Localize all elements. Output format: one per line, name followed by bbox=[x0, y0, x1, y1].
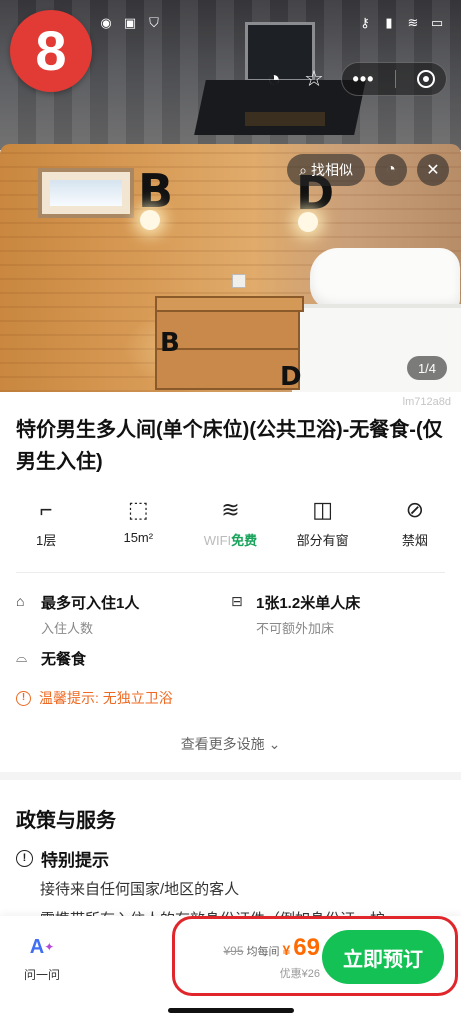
room-photo[interactable]: B D B D ⌕ 找相似 ◔ ✕ 1/4 bbox=[0, 144, 461, 392]
shield-icon: ⛉ bbox=[149, 15, 159, 30]
amenity-label: 禁烟 bbox=[401, 533, 428, 548]
policy-title: 政策与服务 bbox=[16, 810, 116, 832]
wifi-label: WIFI bbox=[203, 533, 232, 548]
book-now-button[interactable]: 立即预订 bbox=[322, 930, 444, 984]
top-actions: ◔ ☆ ••• bbox=[261, 62, 447, 96]
search-icon: ⌕ bbox=[299, 161, 307, 178]
ask-button[interactable]: A✦ 问一问 bbox=[20, 934, 64, 983]
price-area: ¥95 均每间 ¥ 69 优惠¥26 bbox=[200, 934, 320, 981]
stairs-icon: ⌐ bbox=[39, 497, 53, 522]
key-icon: ⚷ bbox=[360, 15, 370, 30]
discount-label: 优惠¥26 bbox=[279, 968, 320, 980]
close-button[interactable]: ✕ bbox=[417, 154, 449, 186]
wifi-icon: ≋ bbox=[221, 497, 240, 522]
current-price: 69 bbox=[293, 934, 320, 961]
find-similar-button[interactable]: ⌕ 找相似 bbox=[287, 154, 365, 186]
history-photo-button[interactable]: ◔ bbox=[375, 154, 407, 186]
building-sign bbox=[245, 112, 325, 126]
area-icon: ⬚ bbox=[127, 497, 149, 522]
photo-watermark: lm712a8d bbox=[402, 396, 451, 408]
special-notice-title: 特别提示 bbox=[41, 851, 109, 870]
currency-symbol: ¥ bbox=[282, 942, 291, 958]
history-icon[interactable]: ◔ bbox=[261, 66, 287, 92]
amenity-label: 15m² bbox=[123, 530, 154, 545]
original-price: ¥95 bbox=[223, 944, 244, 958]
info-icon: ! bbox=[16, 850, 33, 867]
price-row: ¥95 均每间 ¥ 69 bbox=[200, 934, 320, 962]
wall-lamp bbox=[140, 210, 160, 230]
amenity-floor: ⌐ 1层 bbox=[0, 496, 92, 549]
policy-line: 接待来自任何国家/地区的客人 bbox=[40, 881, 240, 898]
wifi-icon: ≋ bbox=[407, 15, 419, 30]
amenity-label: 部分有窗 bbox=[296, 533, 349, 548]
wifi-free-label: 免费 bbox=[231, 533, 258, 548]
no-smoking-icon: ⊘ bbox=[405, 497, 425, 522]
home-icon: ⌂ bbox=[16, 593, 25, 609]
step-badge: 8 bbox=[10, 10, 92, 92]
message-icon: ▣ bbox=[123, 15, 137, 30]
window-icon: ◫ bbox=[312, 497, 334, 522]
amenity-wifi: ≋ WIFI免费 bbox=[184, 496, 276, 549]
battery-icon: ▭ bbox=[430, 15, 444, 30]
ai-icon: A✦ bbox=[29, 936, 55, 958]
warm-tip: ! 温馨提示: 无独立卫浴 bbox=[16, 688, 173, 708]
room-title: 特价男生多人间(单个床位)(公共卫浴)-无餐食-(仅男生入住) bbox=[16, 419, 443, 473]
room-details-card: lm712a8d 特价男生多人间(单个床位)(公共卫浴)-无餐食-(仅男生入住)… bbox=[0, 392, 461, 772]
room-window bbox=[38, 168, 134, 218]
chevron-down-icon: ⌄ bbox=[268, 736, 281, 752]
wall-letter-b: B bbox=[138, 164, 174, 218]
history-icon: ◔ bbox=[386, 161, 396, 178]
ask-label: 问一问 bbox=[23, 968, 60, 982]
more-facilities-link[interactable]: 查看更多设施 ⌄ bbox=[0, 734, 461, 754]
occupancy-main: 最多可入住1人 bbox=[41, 595, 140, 612]
bed-icon: ⊟ bbox=[231, 593, 243, 609]
more-facilities-label: 查看更多设施 bbox=[180, 736, 265, 752]
booking-bar: A✦ 问一问 ¥95 均每间 ¥ 69 优惠¥26 立即预订 bbox=[0, 916, 461, 1024]
warning-icon: ! bbox=[16, 690, 31, 706]
status-bar-left: ◉ ▣ ⛉ bbox=[98, 16, 162, 30]
occupancy-sub: 入住人数 bbox=[41, 621, 94, 636]
capsule-divider bbox=[395, 70, 397, 88]
pillow bbox=[310, 248, 460, 310]
nightstand-letter-d: D bbox=[280, 362, 302, 392]
star-icon[interactable]: ☆ bbox=[301, 66, 327, 92]
bed-main: 1张1.2米单人床 bbox=[256, 595, 361, 612]
photo-page-indicator: 1/4 bbox=[407, 356, 447, 380]
amenity-area: ⬚ 15m² bbox=[92, 496, 184, 549]
warm-tip-text: 温馨提示: 无独立卫浴 bbox=[39, 690, 173, 706]
nightstand-letter-b: B bbox=[160, 328, 180, 358]
dish-icon: ⌓ bbox=[16, 649, 28, 665]
line-icon: ◉ bbox=[100, 15, 112, 30]
signal-icon: ▮ bbox=[385, 15, 393, 30]
meal-main: 无餐食 bbox=[41, 651, 87, 668]
photo-toolbar: ⌕ 找相似 ◔ ✕ bbox=[287, 154, 449, 186]
amenity-label: 1层 bbox=[35, 533, 57, 548]
more-icon[interactable]: ••• bbox=[353, 69, 375, 90]
amenity-no-smoking: ⊘ 禁烟 bbox=[369, 496, 461, 549]
find-similar-label: 找相似 bbox=[311, 162, 353, 178]
amenity-window: ◫ 部分有窗 bbox=[277, 496, 369, 549]
home-indicator bbox=[168, 1008, 294, 1013]
amenity-label: WIFI免费 bbox=[184, 530, 276, 549]
wall-lamp bbox=[298, 212, 318, 232]
status-bar-right: ⚷ ▮ ≋ ▭ bbox=[357, 16, 445, 30]
per-room-label: 均每间 bbox=[246, 946, 280, 958]
target-icon[interactable] bbox=[417, 70, 436, 88]
special-notice: ! 特别提示 bbox=[16, 846, 109, 871]
amenity-row: ⌐ 1层 ⬚ 15m² ≋ WIFI免费 ◫ 部分有窗 ⊘ 禁烟 bbox=[0, 496, 461, 549]
divider bbox=[16, 572, 445, 573]
window-glass bbox=[50, 180, 122, 206]
power-socket bbox=[232, 274, 246, 288]
mini-program-capsule: ••• bbox=[341, 62, 447, 96]
bed-sub: 不可额外加床 bbox=[256, 621, 335, 636]
close-icon: ✕ bbox=[426, 162, 440, 179]
